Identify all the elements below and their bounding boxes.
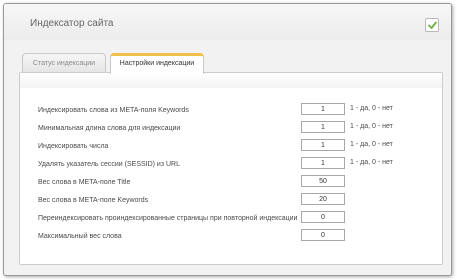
tab-bar: Статус индексации Настройки индексации xyxy=(22,53,204,74)
window-title: Индексатор сайта xyxy=(30,18,114,29)
setting-input-min-word-length[interactable] xyxy=(301,121,345,133)
setting-label: Удалять указатель сессии (SESSID) из URL xyxy=(38,161,181,168)
panel-header-strip xyxy=(20,73,442,88)
window-header: Индексатор сайта xyxy=(4,4,451,40)
settings-panel: Индексировать слова из META-поля Keyword… xyxy=(19,72,443,265)
tab-indexing-status[interactable]: Статус индексации xyxy=(22,53,106,73)
setting-input-keywords-weight[interactable] xyxy=(301,193,345,205)
confirm-checkbox[interactable] xyxy=(425,18,439,32)
tab-indexing-settings[interactable]: Настройки индексации xyxy=(110,53,204,74)
setting-label: Индексировать слова из META-поля Keyword… xyxy=(38,107,189,114)
setting-hint: 1 - да, 0 - нет xyxy=(350,159,393,166)
setting-hint: 1 - да, 0 - нет xyxy=(350,141,393,148)
setting-input-strip-sessid[interactable] xyxy=(301,157,345,169)
indexer-window: Индексатор сайта Статус индексации Настр… xyxy=(3,3,452,276)
setting-input-index-keywords[interactable] xyxy=(301,103,345,115)
setting-input-reindex-pages[interactable] xyxy=(301,211,345,223)
setting-label: Максимальный вес слова xyxy=(38,233,122,240)
setting-input-max-word-weight[interactable] xyxy=(301,229,345,241)
setting-hint: 1 - да, 0 - нет xyxy=(350,123,393,130)
checkmark-icon xyxy=(428,21,437,29)
setting-input-index-numbers[interactable] xyxy=(301,139,345,151)
setting-label: Вес слова в META-поле Keywords xyxy=(38,197,149,204)
setting-label: Индексировать числа xyxy=(38,143,109,150)
setting-input-title-weight[interactable] xyxy=(301,175,345,187)
setting-hint: 1 - да, 0 - нет xyxy=(350,105,393,112)
setting-label: Вес слова в META-поле Title xyxy=(38,179,131,186)
setting-label: Минимальная длина слова для индексации xyxy=(38,125,181,132)
setting-label: Переиндексировать проиндексированные стр… xyxy=(38,215,298,222)
